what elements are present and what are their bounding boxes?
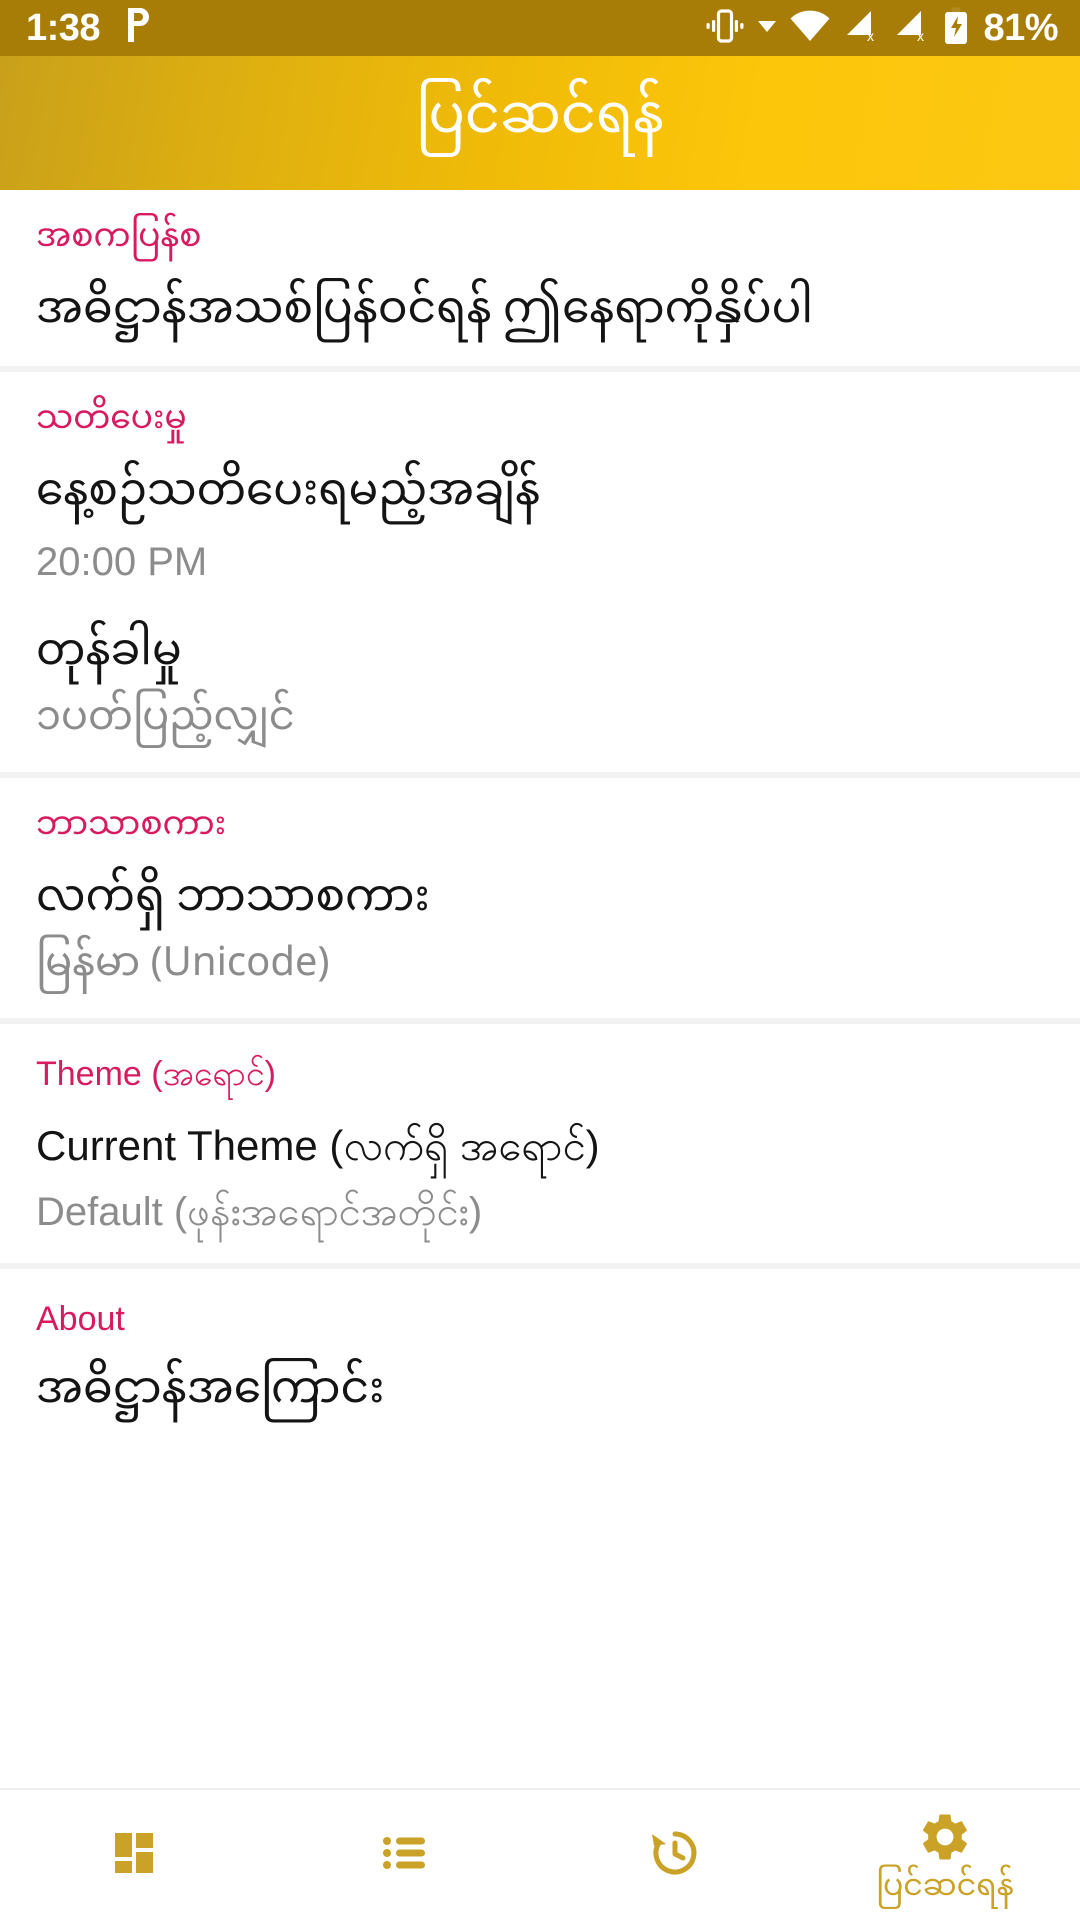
- nav-label-settings: ပြင်ဆင်ရန်: [876, 1854, 1014, 1920]
- chevron-down-icon: [757, 19, 777, 38]
- settings-row-title: တုန်ခါမှု: [36, 605, 182, 702]
- settings-row[interactable]: အဓိဋ္ဌာန်အကြောင်း: [0, 1344, 1080, 1446]
- history-clock-icon: [646, 1822, 704, 1884]
- vibrate-icon: [705, 8, 745, 48]
- status-bar-right: x x 81%: [705, 7, 1058, 50]
- signal-no-sim-2-icon: x: [893, 9, 931, 48]
- settings-row[interactable]: Current Theme (လက်ရှိ အရောင်) Default (ဖု…: [0, 1106, 1080, 1263]
- settings-row-title: အဓိဋ္ဌာန်အကြောင်း: [36, 1344, 385, 1441]
- settings-row-value: ၁ပတ်ပြည့်လျှင်: [36, 676, 295, 764]
- dashboard-grid-icon: [107, 1822, 163, 1884]
- status-bar-left: 1:38: [26, 6, 154, 50]
- app-bar: ပြင်ဆင်ရန်: [0, 56, 1080, 190]
- section-header: ဘာသာစကား: [36, 790, 227, 863]
- settings-row[interactable]: အဓိဋ္ဌာန်အသစ်ပြန်ဝင်ရန် ဤနေရာကိုနှိပ်ပါ: [0, 263, 1080, 366]
- page-title: ပြင်ဆင်ရန်: [416, 61, 664, 179]
- svg-text:x: x: [917, 28, 924, 43]
- app-screen: 1:38 x x 81% ပြင်ဆင်ရန် အစကပြန်စ အဓိဋ္ဌာ…: [0, 0, 1080, 1920]
- svg-text:x: x: [867, 28, 874, 43]
- section-header: Theme (အရောင်): [36, 1055, 276, 1094]
- nav-item-settings[interactable]: ပြင်ဆင်ရန်: [810, 1790, 1080, 1920]
- settings-section: သတိပေးမှု နေ့စဉ်သတိပေးရမည့်အချိန် 20:00 PM…: [0, 372, 1080, 772]
- parking-p-icon: [124, 6, 154, 50]
- nav-item-list[interactable]: [270, 1790, 540, 1920]
- settings-row[interactable]: တုန်ခါမှု ၁ပတ်ပြည့်လျှင်: [0, 605, 1080, 772]
- settings-row-title: Current Theme (လက်ရှိ အရောင်): [36, 1122, 600, 1170]
- settings-section: ဘာသာစကား လက်ရှိ ဘာသာစကား မြန်မာ (Unicode): [0, 777, 1080, 1019]
- nav-item-history[interactable]: [540, 1790, 810, 1920]
- settings-row-title: လက်ရှိ ဘာသာစကား: [36, 851, 430, 948]
- section-header: သတိပေးမှု: [36, 385, 187, 458]
- section-header: အစကပြန်စ: [36, 203, 202, 275]
- settings-row-title: နေ့စဉ်သတိပေးရမည့်အချိန်: [36, 446, 541, 543]
- section-header: About: [36, 1300, 125, 1339]
- status-bar-clock: 1:38: [26, 7, 101, 49]
- settings-section: About အဓိဋ္ဌာန်အကြောင်း: [0, 1269, 1080, 1447]
- battery-charging-icon: [943, 7, 969, 50]
- battery-percent-label: 81%: [983, 7, 1058, 49]
- wifi-icon: [789, 9, 831, 48]
- settings-list[interactable]: အစကပြန်စ အဓိဋ္ဌာန်အသစ်ပြန်ဝင်ရန် ဤနေရာကို…: [0, 190, 1080, 1788]
- settings-row-value: 20:00 PM: [36, 539, 208, 584]
- settings-row-value: Default (ဖုန်းအရောင်အတိုင်း): [36, 1190, 483, 1235]
- settings-section: အစကပြန်စ အဓိဋ္ဌာန်အသစ်ပြန်ဝင်ရန် ဤနေရာကို…: [0, 190, 1080, 367]
- signal-no-sim-1-icon: x: [843, 9, 881, 48]
- settings-section: Theme (အရောင်) Current Theme (လက်ရှိ အရော…: [0, 1024, 1080, 1264]
- status-bar: 1:38 x x 81%: [0, 0, 1080, 56]
- list-icon: [377, 1822, 433, 1884]
- bottom-navigation: ပြင်ဆင်ရန်: [0, 1788, 1080, 1920]
- settings-row-title: အဓိဋ္ဌာန်အသစ်ပြန်ဝင်ရန် ဤနေရာကိုနှိပ်ပါ: [36, 263, 814, 360]
- nav-item-dashboard[interactable]: [0, 1790, 270, 1920]
- settings-row[interactable]: လက်ရှိ ဘာသာစကား မြန်မာ (Unicode): [0, 851, 1080, 1018]
- settings-row[interactable]: နေ့စဉ်သတိပေးရမည့်အချိန် 20:00 PM: [0, 446, 1080, 612]
- settings-row-value: မြန်မာ (Unicode): [36, 923, 330, 1011]
